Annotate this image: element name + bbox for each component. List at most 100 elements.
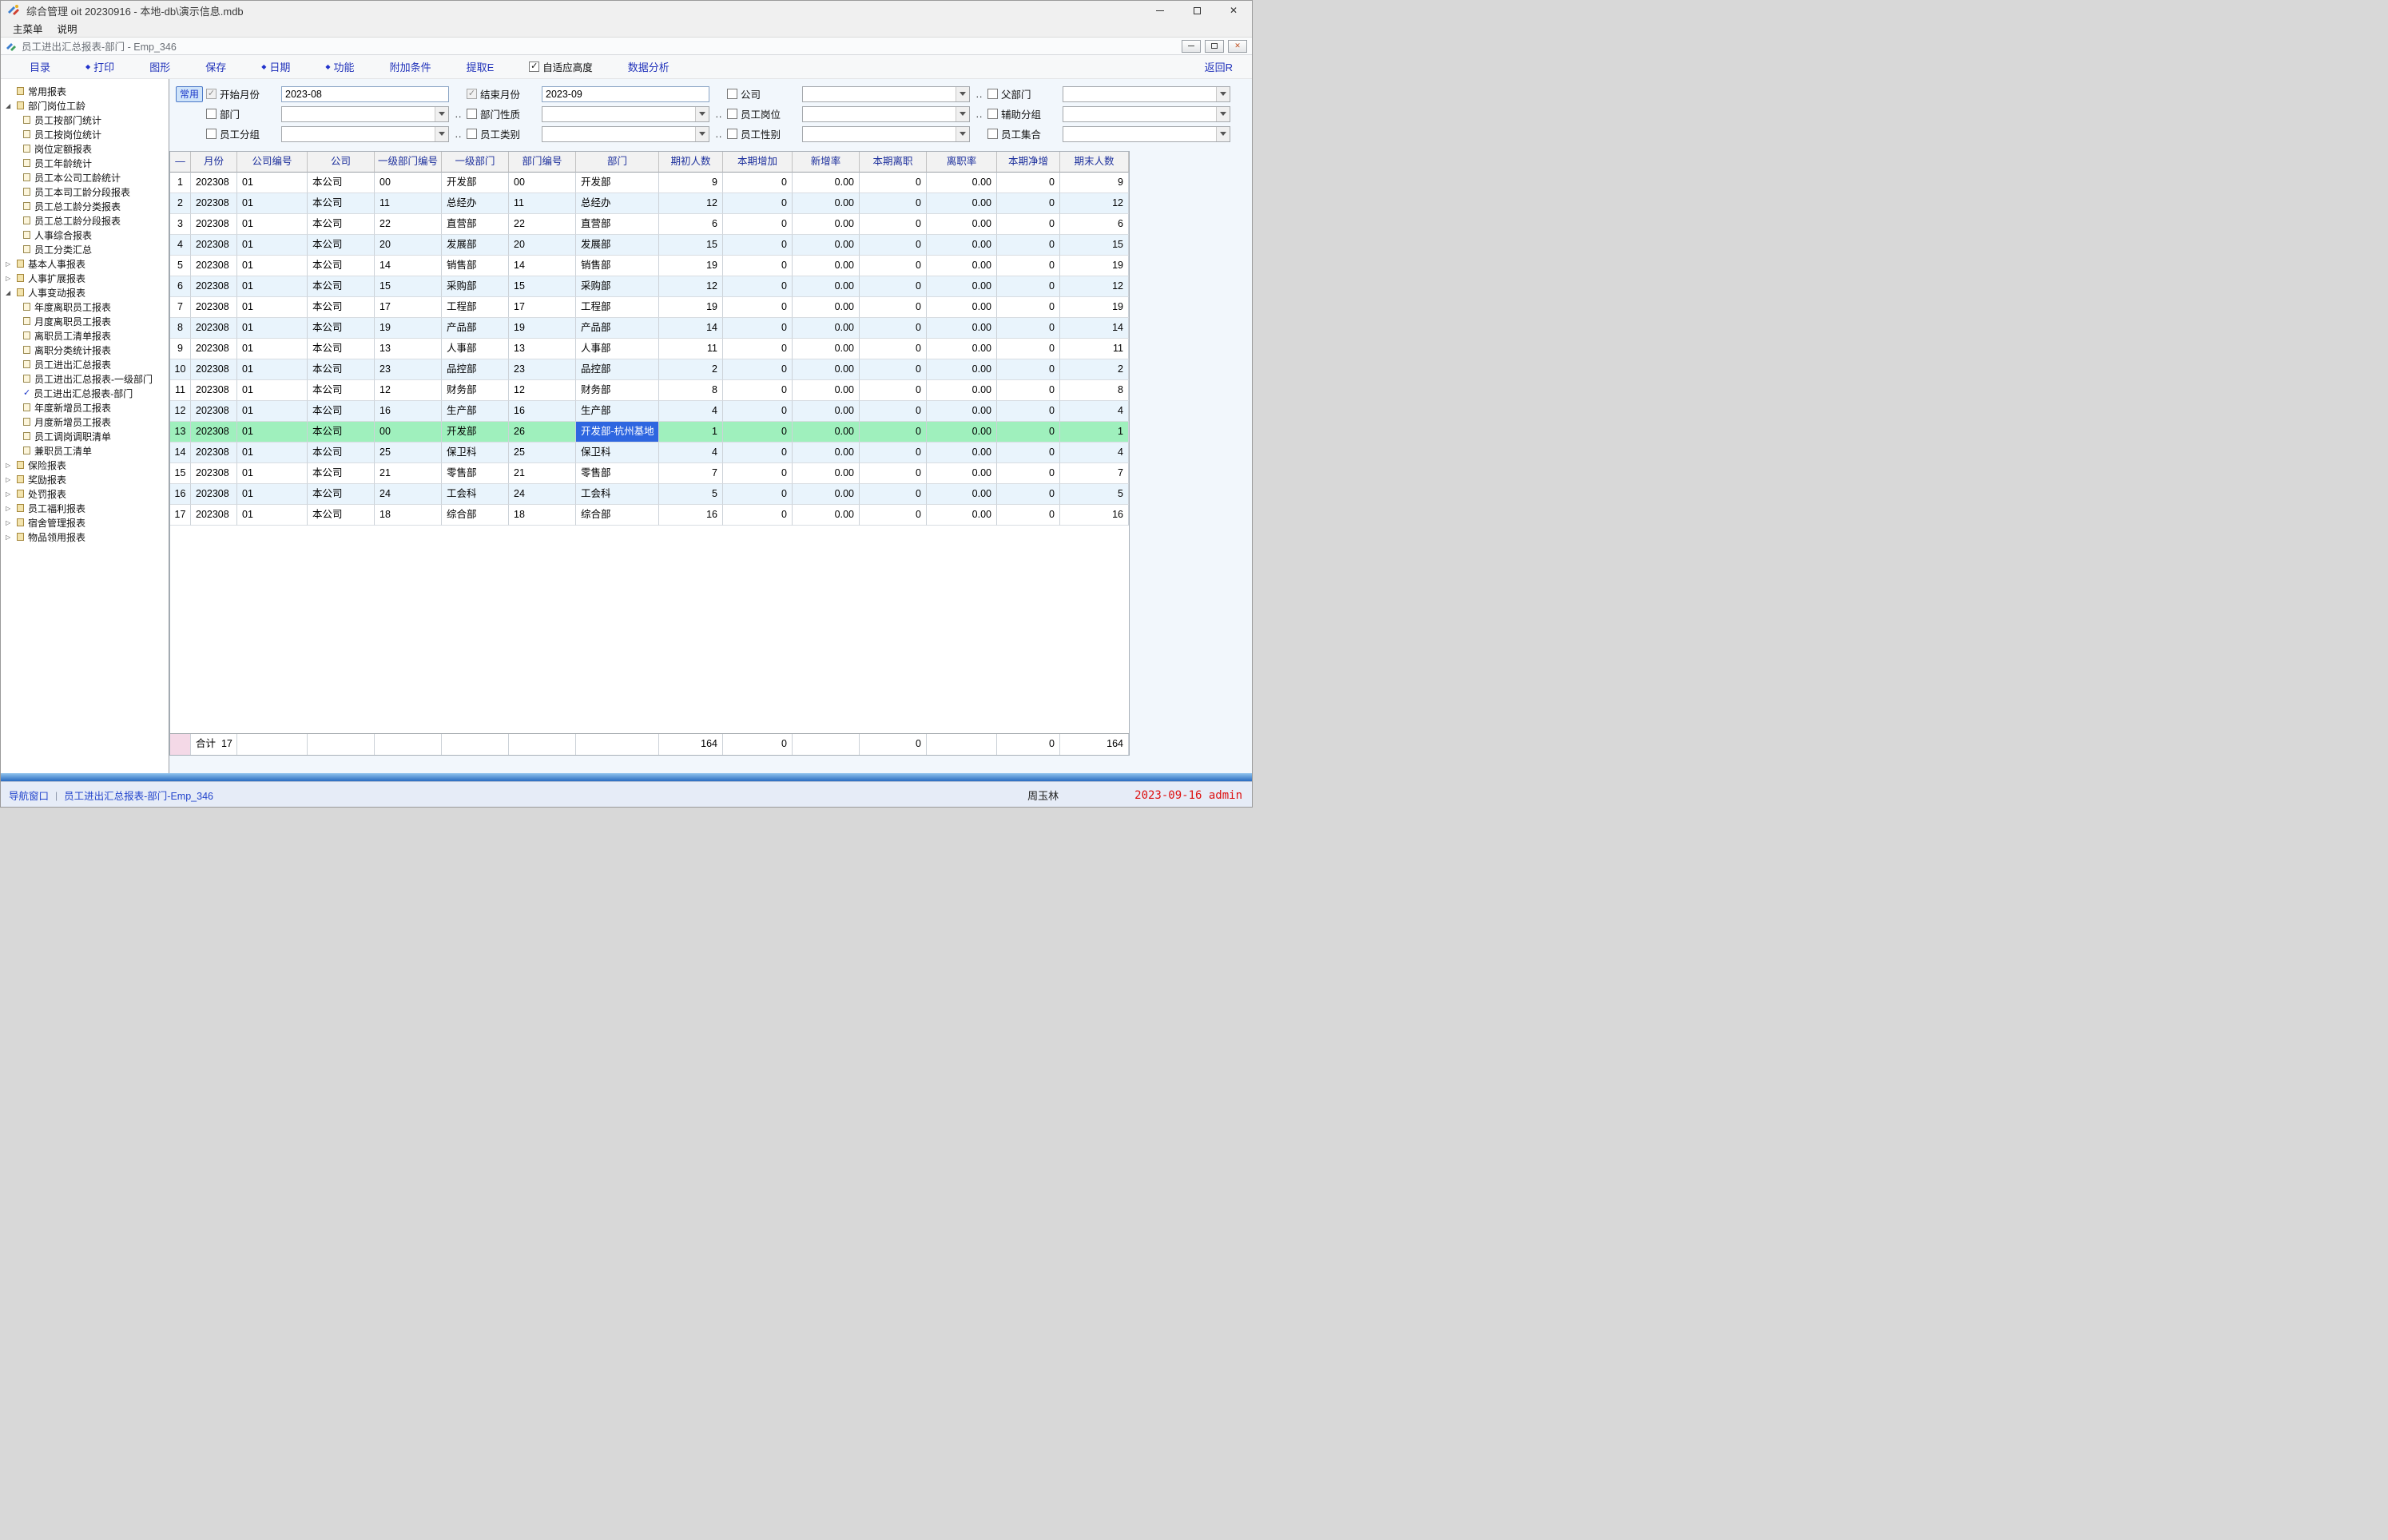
table-cell[interactable]: 0.00 [793, 173, 860, 193]
table-cell[interactable]: 0.00 [927, 214, 997, 235]
table-cell[interactable]: 0 [860, 443, 927, 463]
table-row[interactable]: 1520230801本公司21零售部21零售部700.0000.0007 [170, 463, 1129, 484]
table-cell[interactable]: 5 [659, 484, 723, 505]
table-cell[interactable]: 1 [659, 422, 723, 443]
table-cell[interactable]: 0 [860, 505, 927, 526]
common-button[interactable]: 常用 [176, 86, 203, 102]
tree-item[interactable]: 员工调岗调职清单 [1, 429, 169, 443]
table-cell[interactable]: 11 [509, 193, 576, 214]
row-number-cell[interactable]: 2 [170, 193, 191, 214]
table-cell[interactable]: 16 [659, 505, 723, 526]
column-header[interactable]: 新增率 [793, 152, 860, 173]
table-cell[interactable]: 24 [509, 484, 576, 505]
table-cell[interactable]: 0 [997, 318, 1060, 339]
table-cell[interactable]: 01 [237, 443, 308, 463]
toolbar-button-1[interactable]: 目录 [30, 59, 50, 74]
emp-group-dropdown[interactable] [281, 126, 449, 142]
table-cell[interactable]: 0 [997, 173, 1060, 193]
menu-main[interactable]: 主菜单 [6, 20, 50, 37]
table-cell[interactable]: 0 [860, 193, 927, 214]
table-cell[interactable]: 0 [997, 359, 1060, 380]
table-cell[interactable]: 00 [509, 173, 576, 193]
table-cell[interactable]: 0 [997, 422, 1060, 443]
table-cell[interactable]: 本公司 [308, 318, 375, 339]
table-cell[interactable]: 0 [860, 463, 927, 484]
table-cell[interactable]: 开发部 [442, 422, 509, 443]
table-row[interactable]: 1020230801本公司23品控部23品控部200.0000.0002 [170, 359, 1129, 380]
table-cell[interactable]: 人事部 [576, 339, 659, 359]
collapsed-icon[interactable]: ▷ [6, 490, 16, 498]
autofit-checkbox[interactable] [529, 62, 539, 72]
table-cell[interactable]: 本公司 [308, 443, 375, 463]
table-row[interactable]: 820230801本公司19产品部19产品部1400.0000.00014 [170, 318, 1129, 339]
table-cell[interactable]: 6 [659, 214, 723, 235]
table-cell[interactable]: 本公司 [308, 380, 375, 401]
table-cell[interactable]: 0 [860, 484, 927, 505]
report-doc-tab[interactable]: 员工进出汇总报表-部门-Emp_346 [64, 788, 213, 803]
collapsed-icon[interactable]: ▷ [6, 260, 16, 268]
table-cell[interactable]: 19 [659, 297, 723, 318]
table-cell[interactable]: 26 [509, 422, 576, 443]
parent-dept-dropdown[interactable] [1063, 86, 1230, 102]
table-cell[interactable]: 0 [997, 297, 1060, 318]
emp-post-checkbox[interactable] [727, 109, 737, 119]
tree-item[interactable]: 离职员工清单报表 [1, 328, 169, 343]
menu-help[interactable]: 说明 [50, 20, 85, 37]
table-cell[interactable]: 0.00 [793, 276, 860, 297]
table-cell[interactable]: 0 [723, 463, 793, 484]
table-cell[interactable]: 发展部 [576, 235, 659, 256]
table-cell[interactable]: 01 [237, 339, 308, 359]
autofit-toggle[interactable]: 自适应高度 [529, 59, 593, 74]
table-cell[interactable]: 直营部 [442, 214, 509, 235]
table-cell[interactable]: 0 [860, 214, 927, 235]
table-cell[interactable]: 0.00 [793, 214, 860, 235]
table-cell[interactable]: 发展部 [442, 235, 509, 256]
tree-item[interactable]: 员工本公司工龄统计 [1, 170, 169, 185]
table-cell[interactable]: 0.00 [927, 484, 997, 505]
column-header[interactable]: 一级部门编号 [375, 152, 442, 173]
table-cell[interactable]: 0 [723, 297, 793, 318]
table-row[interactable]: 1720230801本公司18综合部18综合部1600.0000.00016 [170, 505, 1129, 526]
table-cell[interactable]: 16 [375, 401, 442, 422]
table-cell[interactable]: 01 [237, 214, 308, 235]
table-cell[interactable]: 0 [860, 173, 927, 193]
table-cell[interactable]: 9 [1060, 173, 1129, 193]
table-cell[interactable]: 8 [1060, 380, 1129, 401]
row-number-cell[interactable]: 4 [170, 235, 191, 256]
table-cell[interactable]: 12 [1060, 276, 1129, 297]
table-cell[interactable]: 0.00 [793, 359, 860, 380]
toolbar-button-return[interactable]: 返回R [1205, 59, 1233, 74]
tree-item[interactable]: 员工总工龄分类报表 [1, 199, 169, 213]
table-cell[interactable]: 14 [1060, 318, 1129, 339]
table-cell[interactable]: 202308 [191, 318, 237, 339]
toolbar-button-7[interactable]: 附加条件 [390, 59, 431, 74]
row-number-cell[interactable]: 12 [170, 401, 191, 422]
expanded-icon[interactable]: ◢ [6, 102, 16, 109]
table-row[interactable]: 120230801本公司00开发部00开发部900.0000.0009 [170, 173, 1129, 193]
table-cell[interactable]: 202308 [191, 401, 237, 422]
table-cell[interactable]: 00 [375, 422, 442, 443]
column-header[interactable]: 公司 [308, 152, 375, 173]
tree-item[interactable]: 月度新增员工报表 [1, 415, 169, 429]
table-cell[interactable]: 0 [997, 463, 1060, 484]
table-cell[interactable]: 0 [997, 235, 1060, 256]
table-cell[interactable]: 本公司 [308, 401, 375, 422]
table-cell[interactable]: 13 [375, 339, 442, 359]
table-cell[interactable]: 7 [659, 463, 723, 484]
table-cell[interactable]: 202308 [191, 463, 237, 484]
tree-item[interactable]: ▷基本人事报表 [1, 256, 169, 271]
table-cell[interactable]: 0 [997, 276, 1060, 297]
tree-item[interactable]: 员工本司工龄分段报表 [1, 185, 169, 199]
table-cell[interactable]: 20 [509, 235, 576, 256]
table-cell[interactable]: 保卫科 [442, 443, 509, 463]
table-cell[interactable]: 12 [1060, 193, 1129, 214]
table-cell[interactable]: 0.00 [793, 484, 860, 505]
row-number-cell[interactable]: 5 [170, 256, 191, 276]
emp-gender-dropdown[interactable] [802, 126, 970, 142]
table-cell[interactable]: 12 [375, 380, 442, 401]
table-cell[interactable]: 14 [509, 256, 576, 276]
table-cell[interactable]: 11 [375, 193, 442, 214]
emp-set-checkbox[interactable] [987, 129, 998, 139]
tree-item[interactable]: 员工按部门统计 [1, 113, 169, 127]
emp-group-more-button[interactable]: .. [455, 129, 463, 140]
